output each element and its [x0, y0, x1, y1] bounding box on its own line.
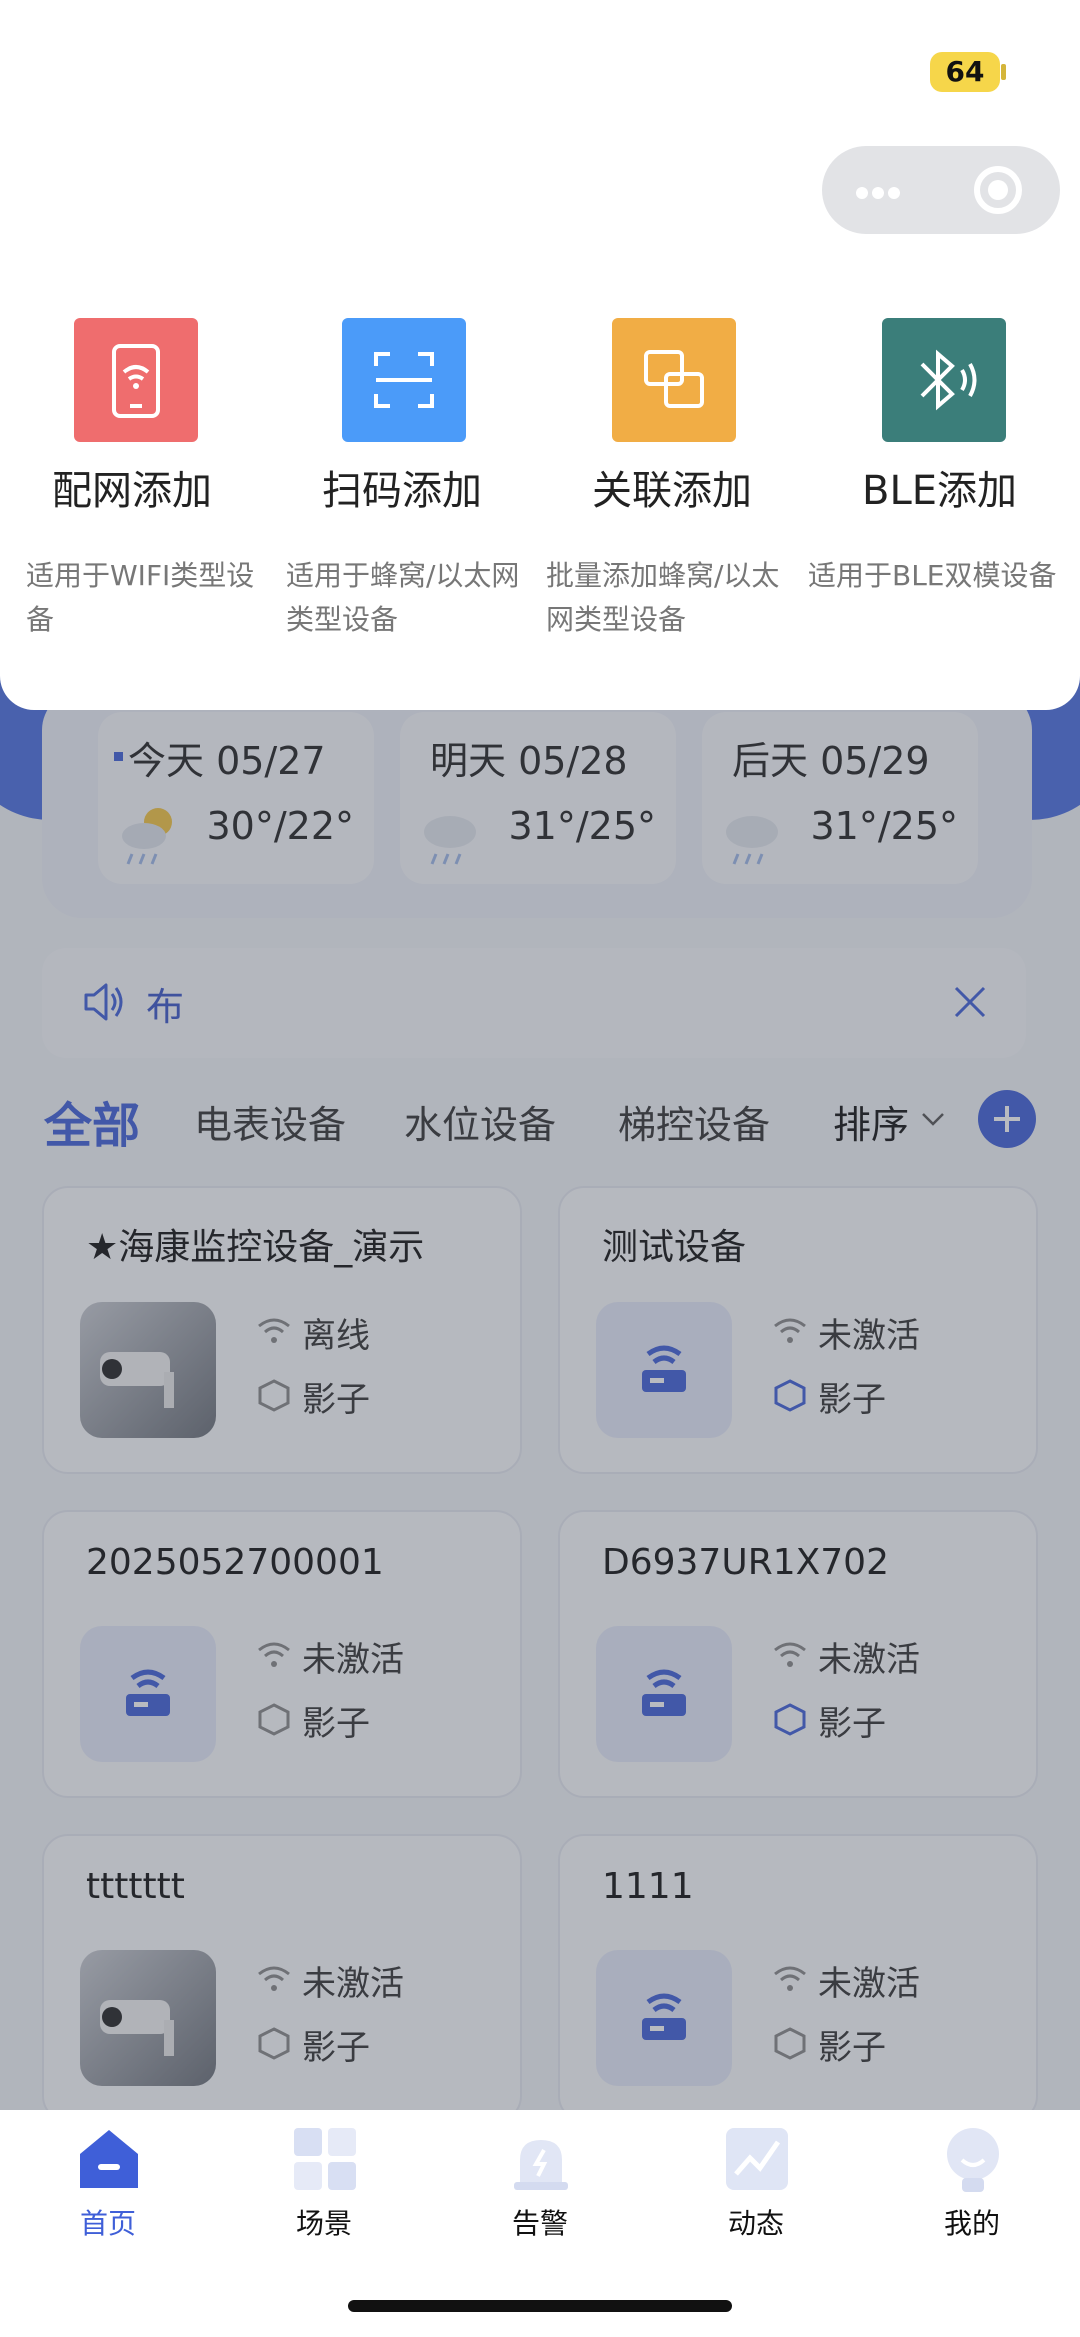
- nav-profile[interactable]: 我的: [912, 2124, 1032, 2254]
- phone-wifi-glyph: [112, 344, 160, 418]
- bluetooth-glyph: [920, 349, 977, 411]
- option-label: 扫码添加: [322, 468, 482, 514]
- add-device-sheet: 64 配网添加 适用于WIFI类型设备 扫码添加 适用于蜂窝/以太网类型设备 关…: [0, 0, 1080, 710]
- nav-label: 首页: [79, 2207, 136, 2240]
- option-desc: 适用于蜂窝/以太网类型设备: [286, 559, 520, 636]
- battery-indicator: 64: [930, 52, 1000, 92]
- more-icon[interactable]: [856, 184, 904, 203]
- option-label: 配网添加: [52, 468, 212, 514]
- nav-label: 动态: [727, 2207, 784, 2240]
- trend-icon: [726, 2128, 788, 2190]
- home-indicator: [348, 2300, 732, 2312]
- profile-icon: [947, 2128, 999, 2192]
- nav-activity[interactable]: 动态: [696, 2124, 816, 2254]
- battery-tip: [1001, 64, 1006, 80]
- option-desc: 批量添加蜂窝/以太网类型设备: [546, 559, 780, 636]
- nav-alarm[interactable]: 告警: [480, 2124, 600, 2254]
- bluetooth-icon: [882, 318, 1006, 442]
- home-icon: [80, 2130, 138, 2188]
- nav-label: 我的: [943, 2207, 1000, 2240]
- phone-wifi-icon: [74, 318, 198, 442]
- scan-icon: [342, 318, 466, 442]
- miniprogram-capsule: [822, 146, 1060, 234]
- link-devices-icon: [612, 318, 736, 442]
- link-glyph: [644, 350, 704, 408]
- option-label: 关联添加: [592, 468, 752, 514]
- nav-scene[interactable]: 场景: [264, 2124, 384, 2254]
- option-desc: 适用于BLE双模设备: [808, 559, 1057, 592]
- nav-home[interactable]: 首页: [48, 2124, 168, 2254]
- exit-icon[interactable]: [974, 166, 1022, 214]
- scan-glyph: [374, 352, 434, 408]
- option-desc: 适用于WIFI类型设备: [26, 559, 255, 636]
- nav-label: 场景: [295, 2207, 352, 2240]
- option-label: BLE添加: [862, 468, 1017, 514]
- alarm-icon: [514, 2140, 568, 2190]
- grid-icon: [294, 2128, 356, 2190]
- nav-label: 告警: [511, 2207, 568, 2240]
